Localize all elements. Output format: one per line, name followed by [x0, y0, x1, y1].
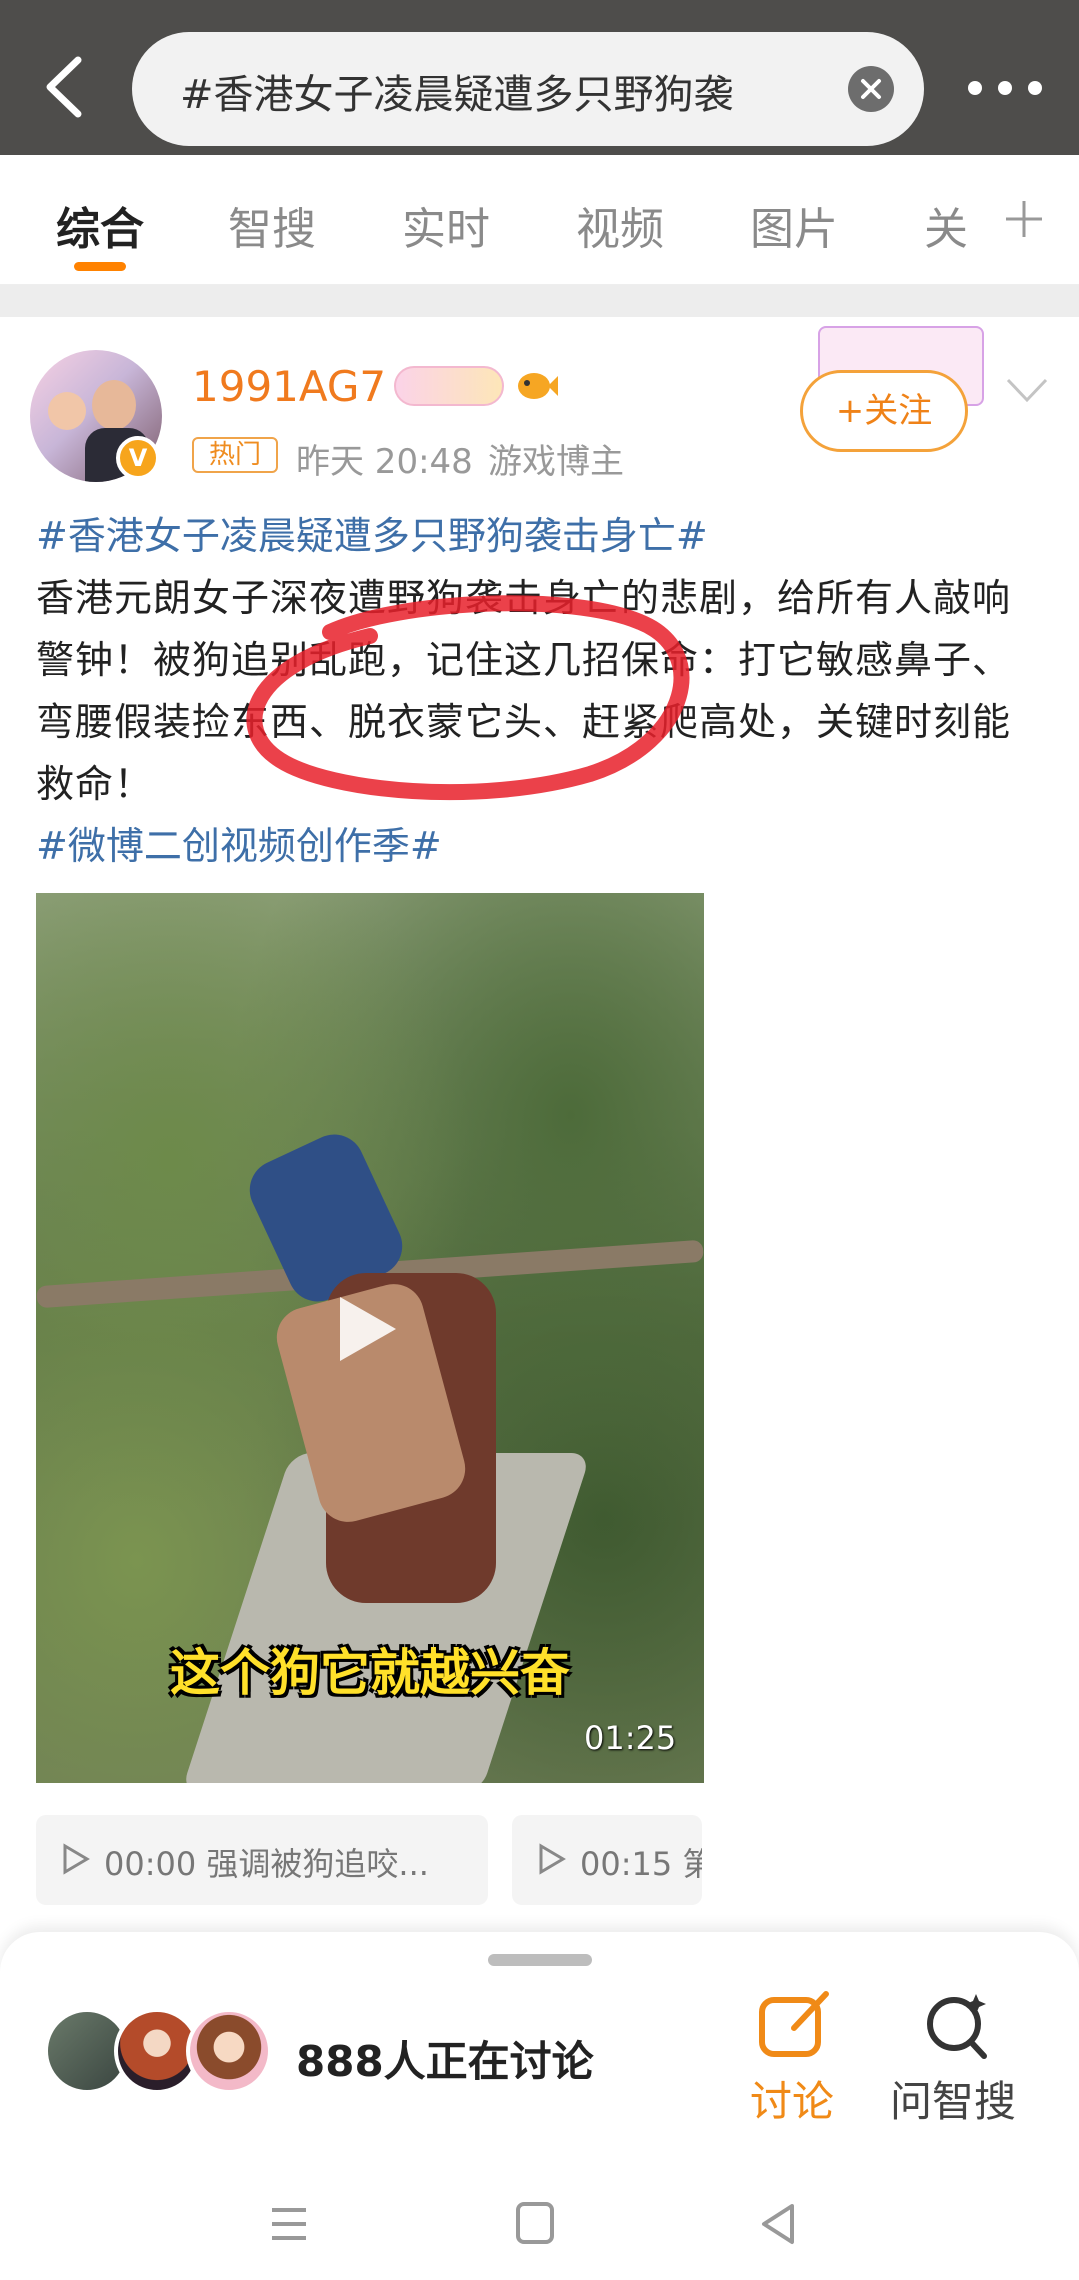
fish-badge-icon[interactable]	[514, 366, 558, 406]
back-triangle-icon[interactable]	[758, 2202, 798, 2246]
ai-search-icon	[927, 1994, 987, 2059]
tab-comprehensive[interactable]: 综合	[56, 193, 144, 257]
video-duration: 01:25	[584, 1719, 677, 1757]
avatar-face	[92, 380, 136, 430]
discussion-count[interactable]: 888人正在讨论	[296, 2028, 594, 2089]
active-tab-indicator	[74, 262, 126, 271]
tab-realtime[interactable]: 实时	[402, 193, 490, 257]
tab-video[interactable]: 视频	[576, 193, 664, 257]
post-menu-button[interactable]	[1004, 370, 1050, 410]
more-dots-icon	[998, 81, 1012, 95]
section-divider	[0, 285, 1079, 317]
discuss-button[interactable]: 讨论	[744, 1988, 846, 2128]
chevron-left-icon	[46, 56, 82, 118]
member-badge-icon[interactable]	[394, 366, 504, 406]
chapter-time: 00:00	[104, 1845, 197, 1883]
close-icon	[861, 79, 881, 99]
author-role: 游戏博主	[488, 442, 624, 482]
more-dots-icon	[968, 81, 982, 95]
search-input[interactable]: #香港女子凌晨疑遭多只野狗袭	[132, 32, 924, 146]
back-button[interactable]	[38, 52, 98, 122]
ask-zhisou-label: 问智搜	[890, 2077, 1017, 2126]
recent-apps-icon[interactable]	[268, 2204, 310, 2244]
tab-users[interactable]: 关	[924, 193, 968, 257]
top-bar: #香港女子凌晨疑遭多只野狗袭	[0, 0, 1079, 155]
hashtag-title-link[interactable]: #香港女子凌晨疑遭多只野狗袭击身亡#	[36, 505, 1046, 567]
chevron-down-icon	[1006, 378, 1048, 403]
add-tab-button[interactable]	[1000, 195, 1048, 243]
discuss-label: 讨论	[750, 2077, 835, 2126]
play-icon	[539, 1843, 566, 1875]
sheet-drag-handle[interactable]	[488, 1954, 592, 1966]
author-name[interactable]: 1991AG7	[192, 362, 386, 411]
verified-badge-icon: V	[116, 436, 160, 480]
chapter-time: 00:15	[580, 1845, 673, 1883]
follow-button[interactable]: +关注	[800, 370, 968, 452]
post-body-text: 香港元朗女子深夜遭野狗袭击身亡的悲剧，给所有人敲响警钟！被狗追别乱跑，记住这几招…	[36, 576, 1012, 806]
system-nav-bar	[0, 2170, 1079, 2280]
search-tabs: 综合 智搜 实时 视频 图片 关	[0, 155, 1079, 285]
play-icon	[63, 1843, 90, 1875]
ask-zhisou-button[interactable]: 问智搜	[888, 1988, 1028, 2128]
hashtag-footer-link[interactable]: #微博二创视频创作季#	[36, 815, 1046, 877]
home-icon[interactable]	[516, 2202, 554, 2244]
post-text: #香港女子凌晨疑遭多只野狗袭击身亡# 香港元朗女子深夜遭野狗袭击身亡的悲剧，给所…	[36, 505, 1046, 877]
more-button[interactable]	[960, 75, 1070, 105]
tab-zhisou[interactable]: 智搜	[228, 193, 316, 257]
video-player[interactable]: 这个狗它就越兴奋 01:25	[36, 893, 704, 1783]
clear-search-button[interactable]	[848, 66, 894, 112]
search-query: #香港女子凌晨疑遭多只野狗袭	[180, 72, 734, 118]
plus-icon	[1006, 201, 1042, 237]
video-chapter[interactable]: 00:00 强调被狗追咬...	[36, 1815, 488, 1905]
more-dots-icon	[1028, 81, 1042, 95]
chapter-title: 第	[682, 1845, 702, 1883]
post-timestamp: 昨天 20:48	[296, 442, 473, 482]
video-subtitle: 这个狗它就越兴奋	[170, 1644, 570, 1702]
hot-tag-badge: 热门	[192, 437, 278, 473]
tab-images[interactable]: 图片	[750, 193, 838, 257]
video-chapter[interactable]: 00:15 第	[512, 1815, 702, 1905]
chapter-label: 00:15 第	[580, 1839, 702, 1885]
chapter-label: 00:00 强调被狗追咬...	[104, 1839, 429, 1885]
edit-icon	[759, 1991, 829, 2057]
play-icon[interactable]	[336, 1293, 400, 1365]
avatar	[186, 2008, 272, 2094]
chapter-title: 强调被狗追咬...	[206, 1845, 429, 1883]
avatar-face	[48, 392, 86, 430]
